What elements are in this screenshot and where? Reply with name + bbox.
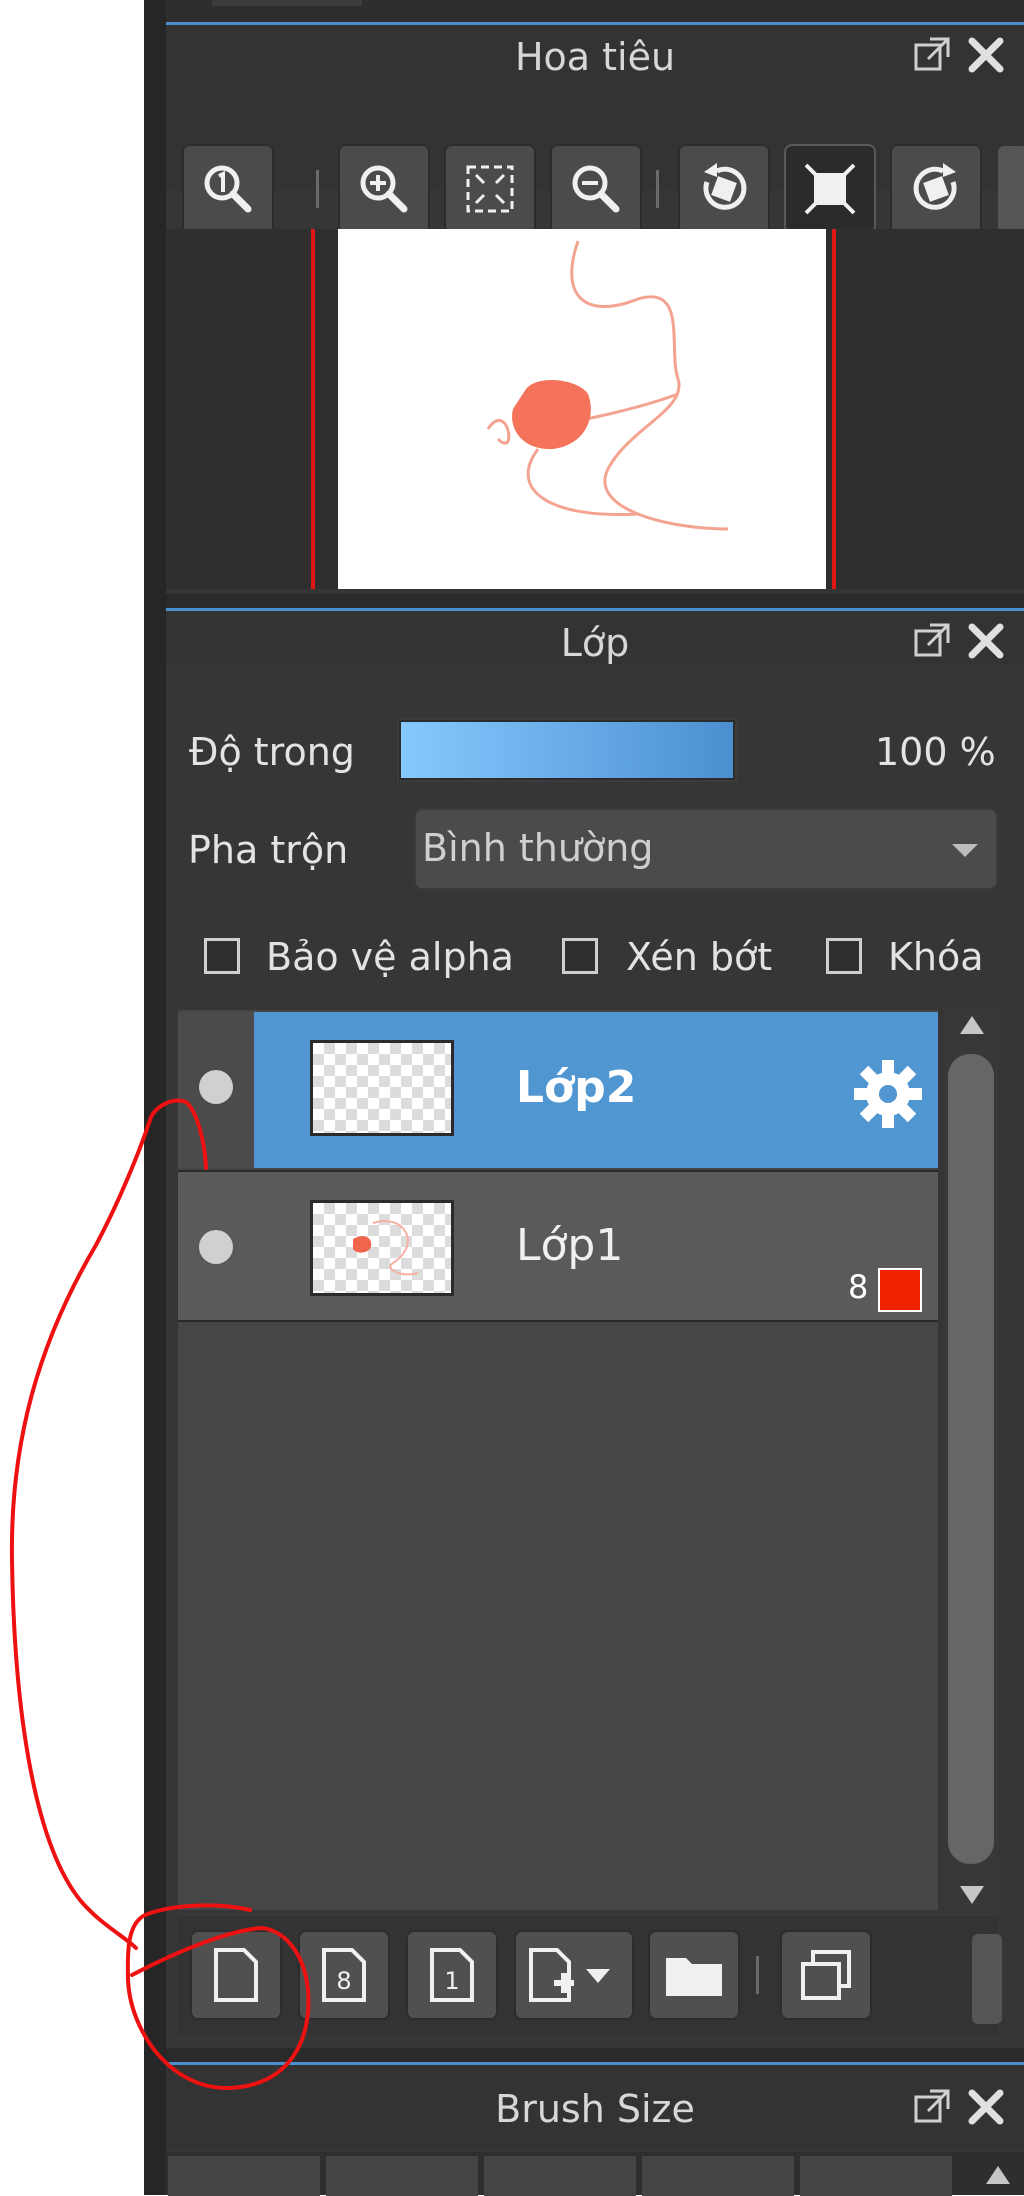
rotate-left-button[interactable] [678, 144, 770, 234]
toolbar-separator [656, 170, 659, 208]
duplicate-layer-icon [801, 1950, 851, 2000]
add-layer-button[interactable] [190, 1930, 282, 2020]
scroll-up-icon[interactable] [984, 2164, 1012, 2186]
visibility-toggle[interactable] [199, 1070, 233, 1104]
visibility-toggle[interactable] [199, 1230, 233, 1264]
opacity-value: 100 % [875, 730, 996, 774]
close-icon[interactable] [966, 2087, 1006, 2127]
zoom-in-button[interactable] [338, 144, 430, 234]
blend-mode-label: Pha trộn [188, 828, 349, 872]
layer-thumbnail [310, 1040, 454, 1136]
opacity-slider-fill [401, 722, 733, 778]
layer-name: Lớp2 [516, 1062, 637, 1113]
navigator-toolbar [166, 78, 1024, 234]
layer-thumbnail [310, 1200, 454, 1296]
undock-icon[interactable] [912, 2087, 952, 2127]
brush-size-panel: Brush Size [166, 2062, 1024, 2196]
zoom-out-icon [572, 165, 620, 213]
brush-size-preset[interactable] [642, 2156, 794, 2196]
preview-viewport-frame [832, 229, 836, 589]
layer-row-lop2[interactable]: Lớp2 [178, 1012, 938, 1168]
undock-icon[interactable] [912, 35, 952, 75]
top-strip [144, 0, 1024, 22]
brush-size-preset[interactable] [326, 2156, 478, 2196]
zoom-in-icon [360, 165, 408, 213]
brush-size-presets [166, 2152, 1024, 2196]
canvas-thumbnail-drawing [486, 240, 729, 531]
preview-canvas [338, 229, 826, 589]
layer-list-scrollbar[interactable] [944, 1010, 998, 1910]
opacity-slider[interactable] [397, 718, 737, 782]
brush-size-preset[interactable] [800, 2156, 952, 2196]
add-layer-icon [214, 1948, 258, 2002]
add-8bit-layer-button[interactable]: 8 [298, 1930, 390, 2020]
bottom-toolbar-overflow-handle[interactable] [972, 1934, 1002, 2024]
brush-size-preset[interactable] [168, 2156, 320, 2196]
rotate-right-icon [913, 163, 957, 210]
navigator-header: Hoa tiêu [166, 22, 1024, 79]
clipping-checkbox[interactable] [562, 938, 598, 974]
svg-text:1: 1 [444, 1967, 459, 1995]
fit-canvas-button[interactable] [784, 144, 876, 234]
toolbar-separator [756, 1956, 759, 1994]
scroll-down-icon[interactable] [958, 1884, 986, 1906]
protect-alpha-label: Bảo vệ alpha [266, 935, 514, 979]
opacity-label: Độ trong [189, 730, 355, 774]
svg-text:8: 8 [336, 1967, 351, 1995]
brush-size-title: Brush Size [495, 2087, 695, 2131]
fit-canvas-icon [804, 163, 856, 215]
preview-viewport-frame [311, 229, 315, 589]
app-window: Hoa tiêu Lớp Độ trong 100 % Pha trộn Bìn… [144, 0, 1024, 2196]
layer-color-badge [878, 1268, 922, 1312]
navigator-panel: Hoa tiêu [166, 22, 1024, 594]
zoom-actual-icon [204, 165, 252, 213]
blend-mode-value: Bình thường [422, 826, 654, 870]
undock-icon[interactable] [912, 621, 952, 661]
add-1bit-layer-button[interactable]: 1 [406, 1930, 498, 2020]
scrollbar-thumb[interactable] [948, 1054, 994, 1864]
lock-label: Khóa [888, 935, 984, 979]
fit-screen-button[interactable] [444, 144, 536, 234]
navigator-title: Hoa tiêu [514, 35, 676, 79]
brush-size-preset[interactable] [484, 2156, 636, 2196]
clipping-label: Xén bớt [626, 935, 773, 979]
app-left-border [144, 0, 166, 2195]
duplicate-layer-button[interactable] [780, 1930, 872, 2020]
toolbar-overflow-handle[interactable] [998, 146, 1024, 232]
rotate-left-icon [703, 163, 747, 210]
add-layer-menu-icon [529, 1948, 610, 2002]
add-layer-menu-button[interactable] [514, 1930, 634, 2020]
rotate-right-button[interactable] [890, 144, 982, 234]
zoom-actual-button[interactable] [182, 144, 274, 234]
chevron-down-icon [952, 844, 978, 857]
close-icon[interactable] [966, 35, 1006, 75]
protect-alpha-checkbox[interactable] [204, 938, 240, 974]
layer-name: Lớp1 [516, 1220, 624, 1271]
tab-stub[interactable] [212, 0, 362, 6]
add-1bit-layer-icon: 1 [430, 1948, 474, 2002]
fit-screen-icon [466, 165, 514, 213]
layer-thumbnail-drawing [353, 1220, 419, 1276]
navigator-preview[interactable] [166, 229, 1024, 589]
brush-size-header: Brush Size [166, 2062, 1024, 2150]
add-folder-icon [666, 1958, 722, 1996]
layer-row-lop1[interactable]: Lớp1 8 [178, 1170, 938, 1322]
gear-icon[interactable] [850, 1056, 926, 1132]
layer-bit-depth-badge: 8 [848, 1268, 869, 1306]
add-folder-button[interactable] [648, 1930, 740, 2020]
close-icon[interactable] [966, 621, 1006, 661]
layers-header: Lớp [166, 608, 1024, 665]
layers-title: Lớp [560, 621, 630, 665]
zoom-out-button[interactable] [550, 144, 642, 234]
scroll-up-icon[interactable] [958, 1014, 986, 1036]
lock-checkbox[interactable] [826, 938, 862, 974]
toolbar-separator [316, 170, 319, 208]
blend-mode-select[interactable]: Bình thường [414, 808, 998, 890]
add-8bit-layer-icon: 8 [322, 1948, 366, 2002]
